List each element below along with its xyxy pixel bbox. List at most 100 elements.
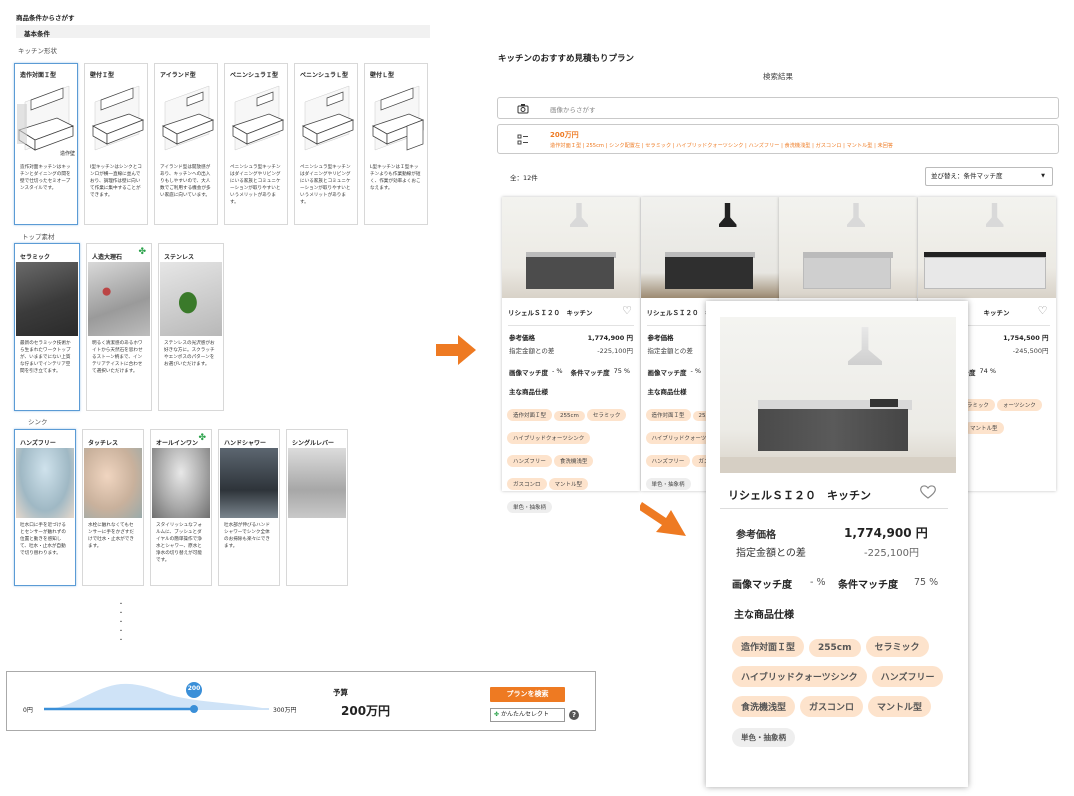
top-material-option[interactable]: 人造大理石 ✤ 明るく清潔感のあるホワイトから天然石を思わせるストーン柄まで、インテ… <box>86 243 152 411</box>
camera-icon <box>517 104 529 114</box>
image-caption: 造作壁 <box>59 151 75 157</box>
option-description: 吐水部が伸びるハンドシャワーでシンク全体のお掃除も楽々にできます。 <box>224 523 270 549</box>
help-icon[interactable]: ? <box>569 710 579 720</box>
option-description: 明るく清潔感のあるホワイトから天然石を思わせるストーン柄まで、インテリアテイスト… <box>92 341 143 374</box>
match-row: 画像マッチ度 - % 条件マッチ度 75 % <box>502 367 640 377</box>
condition-budget: 200万円 <box>550 131 579 139</box>
condition-summary[interactable]: 200万円 造作対面Ｉ型 | 255cm | シンク配置左 | セラミック | … <box>497 124 1059 154</box>
results-subtitle: 検索結果 <box>763 72 793 81</box>
option-image <box>367 82 425 160</box>
kitchen-shape-option[interactable]: 造作対面Ｉ型 造作壁造作対面キッチンはキッチンとダイニングの間を壁で仕切ったセミ… <box>14 63 78 225</box>
spec-tag: マントル型 <box>964 422 1004 434</box>
spec-tag: 単色・抽象柄 <box>507 501 553 513</box>
spec-tag: ガスコンロ <box>507 478 547 490</box>
zoom-image-match-label: 画像マッチ度 <box>732 580 792 591</box>
budget-max-label: 300万円 <box>273 707 297 714</box>
favorite-heart-icon[interactable]: ♡ <box>1038 304 1048 317</box>
option-photo <box>152 448 210 518</box>
kitchen-shape-option[interactable]: アイランド型 アイランド型は開放感があり、キッチンへの出入りもしやすいので、大人… <box>154 63 218 225</box>
top-material-option[interactable]: ステンレス ステンレスの光沢感がお好きな方に。スクラッチやエンボスのパターンをお選… <box>158 243 224 411</box>
kitchen-shape-option[interactable]: 壁付Ｉ型 I型キッチンはシンクとコンロが横一直線に並んでおり、調理作は壁に向いて… <box>84 63 148 225</box>
option-description: 造作対面キッチンはキッチンとダイニングの間を壁で仕切ったセミオープンスタイルです… <box>20 165 71 191</box>
kitchen-shape-illustration <box>162 85 215 151</box>
kitchen-shape-option[interactable]: ペニンシュラＬ型 ペニンシュラ型キッチンはダイニングやリビングにいる家族とコミュ… <box>294 63 358 225</box>
spec-tag: 食洗機浅型 <box>553 455 594 467</box>
spec-tag: 造作対面Ｉ型 <box>645 409 691 421</box>
option-title: ハンズフリー <box>20 440 56 447</box>
kitchen-shape-label: キッチン形状 <box>18 47 57 55</box>
option-description: I型キッチンはシンクとコンロが横一直線に並んでおり、調理作は壁に向いて作業に集中… <box>90 165 142 198</box>
top-material-option[interactable]: セラミック 最新のセラミック技術から生まれたワークトップが、いままでにない上質な佇… <box>14 243 80 411</box>
spec-tag: ガスコンロ <box>800 696 864 717</box>
spec-tag: ハイブリッドクォーツシンク <box>732 666 867 687</box>
easy-select-label: かんたんセレクト <box>500 711 549 718</box>
spec-tag: マントル型 <box>868 696 932 717</box>
sort-select[interactable]: 並び替え：条件マッチ度 ▼ <box>925 167 1053 186</box>
zoom-price-label: 参考価格 <box>736 530 776 541</box>
diff-label: 指定金額との差 <box>509 347 555 355</box>
budget-min-label: 0円 <box>23 707 33 714</box>
option-photo <box>288 448 346 518</box>
zoom-spec-label: 主な商品仕様 <box>734 610 794 621</box>
kitchen-image <box>779 197 917 298</box>
filter-title: 商品条件からさがす <box>16 14 75 22</box>
faucet-option[interactable]: タッチレス水栓に触れなくてもセンサーに手をかざすだけで吐水・止水ができます。 <box>82 429 144 586</box>
option-title: 壁付Ｌ型 <box>370 72 395 79</box>
kitchen-image <box>502 197 640 298</box>
zoom-condition-match-label: 条件マッチ度 <box>838 580 898 591</box>
faucet-option[interactable]: オールインワン ✤ スタイリッシュなフォルムに、ブッシュとダイヤルの簡単操作で浄水と… <box>150 429 212 586</box>
option-title: アイランド型 <box>160 72 196 79</box>
option-title: ステンレス <box>164 254 195 261</box>
zoom-diff: -225,100円 <box>864 548 919 559</box>
condition-detail: 造作対面Ｉ型 | 255cm | シンク配置左 | セラミック | ハイブリッド… <box>550 143 894 149</box>
basic-conditions-label: 基本条件 <box>24 30 50 38</box>
option-image <box>87 82 145 160</box>
result-card[interactable]: リシェルＳＩ２０ キッチン ♡ 参考価格 1,774,900 円指定金額との差 -225… <box>502 197 640 513</box>
price-label: 参考価格 <box>647 334 674 342</box>
option-title: 造作対面Ｉ型 <box>20 72 57 79</box>
option-image: 造作壁 <box>17 82 75 160</box>
image-match-label: 画像マッチ度 <box>509 369 548 377</box>
slider-handle[interactable] <box>190 705 198 713</box>
result-count: 全：12件 <box>510 174 538 182</box>
kitchen-shape-option[interactable]: 壁付Ｌ型 L型キッチンはＩ型キッチンよりも作業動線が短く、作業が効率よくおこなえ… <box>364 63 428 225</box>
zoomed-result-card[interactable]: リシェルＳＩ２０ キッチン 参考価格 1,774,900 円 指定金額との差 -… <box>706 301 968 787</box>
price-label: 参考価格 <box>509 334 535 342</box>
diff-value: -225,100円 <box>597 347 633 355</box>
clover-icon: ✤ <box>494 711 501 718</box>
favorite-heart-icon[interactable]: ♡ <box>622 304 632 317</box>
favorite-heart-icon[interactable] <box>919 484 937 500</box>
spec-tag: セラミック <box>586 409 627 421</box>
spec-tag: 単色・抽象柄 <box>645 478 691 490</box>
search-plan-button[interactable]: プランを検索 <box>490 687 565 702</box>
easy-select-button[interactable]: ✤ かんたんセレクト <box>490 708 565 722</box>
option-title: セラミック <box>20 254 51 261</box>
clover-icon: ✤ <box>198 433 206 443</box>
spec-tag: 単色・抽象柄 <box>732 728 795 747</box>
spec-tag: ハイブリッドクォーツシンク <box>507 432 591 444</box>
faucet-option[interactable]: シングルレバー <box>286 429 348 586</box>
image-search-box[interactable]: 画像からさがす <box>497 97 1059 119</box>
sort-select-value: 並び替え：条件マッチ度 <box>931 172 1003 180</box>
zoom-condition-match: 75 % <box>914 577 939 588</box>
price-value: 1,754,500 円 <box>1003 334 1049 342</box>
spec-tag: ハンズフリー <box>645 455 691 467</box>
option-photo <box>88 262 150 336</box>
faucet-option[interactable]: ハンドシャワー 吐水部が伸びるハンドシャワーでシンク全体のお掃除も楽々にできます。 <box>218 429 280 586</box>
budget-slider[interactable] <box>7 672 597 732</box>
option-description: 水栓に触れなくてもセンサーに手をかざすだけで吐水・止水ができます。 <box>88 523 134 549</box>
budget-label: 予算 <box>333 688 348 697</box>
option-photo <box>160 262 222 336</box>
image-match-value: - % <box>690 367 702 375</box>
spec-tag: マントル型 <box>548 478 589 490</box>
kitchen-image <box>917 197 1056 298</box>
kitchen-shape-option[interactable]: ペニンシュラＩ型 ペニンシュラ型キッチンはダイニングやリビングにいる家族とコミュ… <box>224 63 288 225</box>
option-title: ペニンシュラＩ型 <box>230 72 279 79</box>
zoom-product-name: リシェルＳＩ２０ キッチン <box>728 489 871 502</box>
spec-tag: ォーツシンク <box>996 399 1042 411</box>
faucet-option[interactable]: ハンズフリー 吐水口に手を近づけるとセンサーが触れずの位置と動きを感知して、吐水・… <box>14 429 76 586</box>
option-photo <box>16 448 74 518</box>
option-image <box>157 82 215 160</box>
zoom-price: 1,774,900 円 <box>844 526 928 540</box>
option-title: タッチレス <box>88 440 119 447</box>
